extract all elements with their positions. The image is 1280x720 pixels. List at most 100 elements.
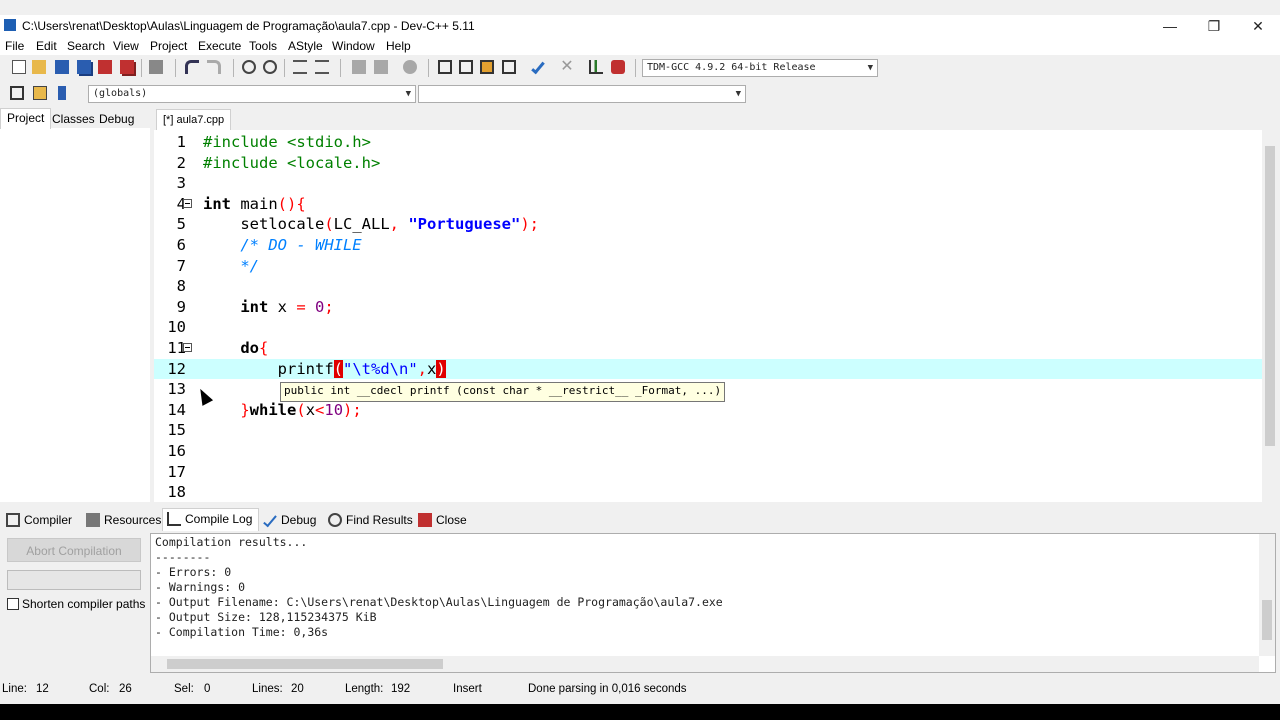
scrollbar-thumb[interactable] [1265,146,1275,446]
status-col-value: 26 [119,683,132,695]
tab-label: Debug [281,513,317,527]
tab-resources[interactable]: Resources [82,510,161,530]
menu-view[interactable]: View [113,39,139,53]
app-icon [4,19,16,31]
line-number: 8 [176,277,186,296]
find-icon[interactable] [240,58,258,76]
run-icon[interactable] [457,58,475,76]
goto-forward-icon[interactable] [372,58,390,76]
editor-vertical-scrollbar[interactable] [1262,130,1278,502]
tab-compiler[interactable]: Compiler [2,510,72,530]
menu-execute[interactable]: Execute [198,39,241,53]
code-line: 4 int main(){ [154,194,1262,215]
project-panel: Project Classes Debug [0,108,150,502]
line-number: 10 [167,318,186,337]
log-horizontal-scrollbar[interactable] [151,656,1259,672]
open-file-icon[interactable] [30,58,48,76]
status-message: Done parsing in 0,016 seconds [528,683,687,695]
menu-astyle[interactable]: AStyle [288,39,323,53]
insert-icon[interactable] [8,84,26,102]
menu-project[interactable]: Project [150,39,187,53]
redo-icon[interactable] [205,58,223,76]
menu-file[interactable]: File [5,39,24,53]
code-line: 2 #include <locale.h> [154,153,1262,174]
compile-run-icon[interactable] [478,58,496,76]
tab-find-results[interactable]: Find Results [324,510,413,530]
menu-edit[interactable]: Edit [36,39,57,53]
code-line: 9 int x = 0; [154,297,1262,318]
replace-icon[interactable] [261,58,279,76]
line-number: 17 [167,462,186,481]
menu-search[interactable]: Search [67,39,105,53]
new-file-icon[interactable] [10,58,28,76]
abort-compilation-button[interactable]: Abort Compilation [7,538,141,562]
log-line: -------- [155,550,211,564]
line-number: 4 [176,194,186,213]
code-line: 8 [154,276,1262,297]
code-text: setlocale(LC_ALL, "Portuguese"); [240,215,539,234]
indent-icon[interactable] [291,58,309,76]
line-number: 2 [176,153,186,172]
menu-help[interactable]: Help [386,39,411,53]
menu-tools[interactable]: Tools [249,39,277,53]
code-line: 6 /* DO - WHILE [154,235,1262,256]
tab-compile-log[interactable]: Compile Log [162,508,260,531]
log-vertical-scrollbar[interactable] [1259,534,1275,656]
tab-project[interactable]: Project [0,108,52,129]
menu-window[interactable]: Window [332,39,375,53]
code-text: printf("\t%d\n",x) [277,359,446,378]
rebuild-all-icon[interactable] [500,58,518,76]
code-line: 17 [154,462,1262,483]
toggle-bookmark-icon[interactable] [401,58,419,76]
member-select[interactable]: ▼ [418,85,746,103]
delete-profile-icon[interactable] [609,58,627,76]
tab-aula7-cpp[interactable]: [*] aula7.cpp [156,109,232,130]
print-icon[interactable] [147,58,165,76]
close-file-icon[interactable] [96,58,114,76]
syntax-check-icon[interactable] [529,58,547,76]
restore-button[interactable]: ❐ [1192,17,1236,35]
chart-icon [167,512,181,526]
code-line: 15 [154,420,1262,441]
tab-debug-log[interactable]: Debug [259,510,316,530]
code-editor[interactable]: 1 #include <stdio.h> 2 #include <locale.h>… [154,130,1262,502]
save-all-icon[interactable] [75,58,93,76]
status-insert-mode: Insert [453,683,482,695]
shorten-paths-checkbox[interactable] [7,598,19,610]
close-button[interactable]: ✕ [1236,17,1280,35]
bookmark-icon[interactable] [53,84,71,102]
compile-log-output[interactable]: Compilation results... -------- - Errors… [150,533,1276,673]
line-number: 12 [167,359,186,378]
fold-toggle-icon[interactable] [183,198,192,208]
unindent-icon[interactable] [313,58,331,76]
close-panel-icon [418,513,432,527]
tab-close[interactable]: Close [414,510,467,530]
close-all-icon[interactable] [118,58,136,76]
status-length-label: Length: [345,683,384,695]
tab-label: Compiler [24,513,73,527]
scrollbar-thumb[interactable] [1262,600,1272,640]
log-line: - Errors: 0 [155,565,232,579]
fold-toggle-icon[interactable] [183,343,192,352]
compile-icon[interactable] [436,58,454,76]
compiler-select-value: TDM-GCC 4.9.2 64-bit Release [647,62,816,73]
undo-icon[interactable] [183,58,201,76]
line-number: 3 [176,174,186,193]
tab-debug[interactable]: Debug [93,110,140,128]
code-text: /* DO - WHILE [240,236,362,254]
save-icon[interactable] [53,58,71,76]
minimize-button[interactable]: — [1148,17,1192,35]
code-line: 5 setlocale(LC_ALL, "Portuguese"); [154,214,1262,235]
goto-back-icon[interactable] [350,58,368,76]
scrollbar-thumb[interactable] [167,659,443,669]
stop-execution-icon[interactable]: ✕ [558,58,576,76]
code-line: 3 [154,173,1262,194]
goto-icon[interactable] [31,84,49,102]
profile-icon[interactable] [587,58,605,76]
line-number: 9 [176,297,186,316]
scope-select[interactable]: (globals) ▼ [88,85,416,103]
window-title: C:\Users\renat\Desktop\Aulas\Linguagem d… [22,19,475,33]
code-text: #include <locale.h> [203,153,381,172]
compiler-select[interactable]: TDM-GCC 4.9.2 64-bit Release ▼ [642,59,878,77]
chevron-down-icon: ▼ [867,63,873,73]
